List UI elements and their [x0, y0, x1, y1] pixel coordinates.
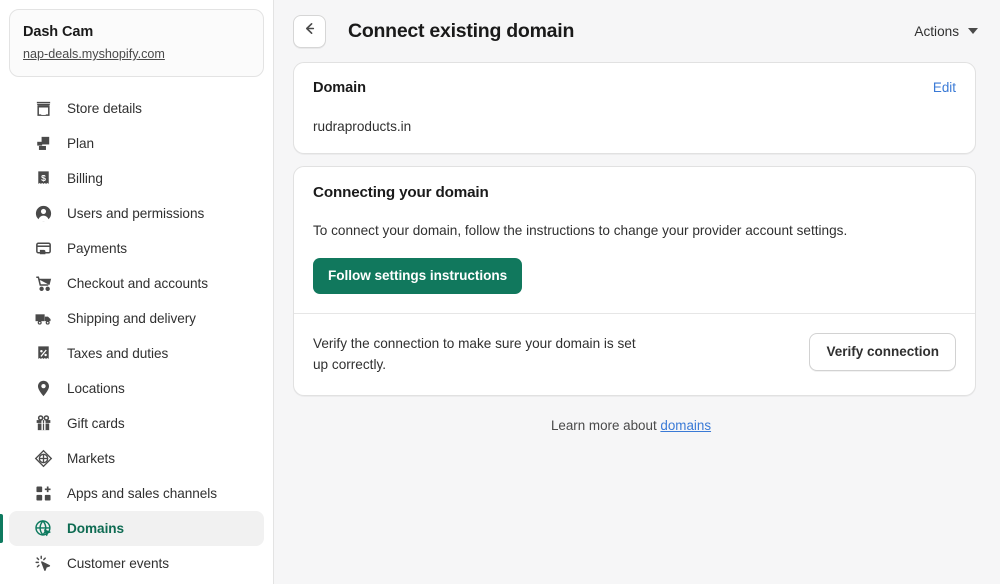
sidebar-item-payments[interactable]: Payments — [9, 231, 264, 266]
cart-icon — [33, 274, 53, 294]
back-button[interactable] — [293, 14, 326, 48]
sidebar-item-shipping-and-delivery[interactable]: Shipping and delivery — [9, 301, 264, 336]
domain-card-title: Domain — [313, 80, 366, 96]
svg-text:$: $ — [41, 173, 46, 183]
sidebar-item-label: Users and permissions — [67, 206, 205, 221]
content-area: Domain Edit rudraproducts.in Connecting … — [274, 62, 1000, 433]
domain-card-header: Domain Edit — [313, 80, 956, 96]
app-root: Dash Cam nap-deals.myshopify.com Store d… — [0, 0, 1000, 584]
location-pin-icon — [33, 379, 53, 399]
sidebar-item-plan[interactable]: Plan — [9, 126, 264, 161]
main-content: Connect existing domain Actions Domain E… — [274, 0, 1000, 584]
settings-sidebar: Dash Cam nap-deals.myshopify.com Store d… — [0, 0, 274, 584]
domain-card: Domain Edit rudraproducts.in — [293, 62, 976, 154]
actions-dropdown[interactable]: Actions — [912, 20, 980, 43]
apps-grid-plus-icon — [33, 484, 53, 504]
markets-globe-icon — [33, 449, 53, 469]
sidebar-item-label: Gift cards — [67, 416, 125, 431]
sidebar-item-gift-cards[interactable]: Gift cards — [9, 406, 264, 441]
sidebar-nav: Store details Plan $ Billing Users and permi… — [0, 91, 273, 581]
plan-icon — [33, 134, 53, 154]
domain-value: rudraproducts.in — [313, 119, 412, 134]
sidebar-item-label: Domains — [67, 521, 125, 536]
sidebar-item-customer-events[interactable]: Customer events — [9, 546, 264, 581]
sidebar-item-label: Checkout and accounts — [67, 276, 209, 291]
page-title: Connect existing domain — [348, 19, 575, 42]
connecting-domain-card: Connecting your domain To connect your d… — [293, 166, 976, 396]
sidebar-item-markets[interactable]: Markets — [9, 441, 264, 476]
shop-name: Dash Cam — [23, 24, 94, 40]
sidebar-item-taxes-and-duties[interactable]: Taxes and duties — [9, 336, 264, 371]
sidebar-item-apps-and-sales-channels[interactable]: Apps and sales channels — [9, 476, 264, 511]
chevron-down-icon — [968, 28, 978, 34]
follow-settings-instructions-button[interactable]: Follow settings instructions — [313, 258, 523, 294]
percent-receipt-icon — [33, 344, 53, 364]
connecting-title: Connecting your domain — [313, 184, 489, 201]
sidebar-item-label: Payments — [67, 241, 128, 256]
verify-section: Verify the connection to make sure your … — [294, 314, 975, 395]
billing-icon: $ — [33, 169, 53, 189]
sidebar-item-label: Shipping and delivery — [67, 311, 196, 326]
payments-icon — [33, 239, 53, 259]
store-icon — [33, 99, 53, 119]
gift-icon — [33, 414, 53, 434]
domains-help-link[interactable]: domains — [660, 418, 711, 433]
verify-connection-button[interactable]: Verify connection — [809, 333, 956, 371]
sidebar-item-locations[interactable]: Locations — [9, 371, 264, 406]
sidebar-item-label: Store details — [67, 101, 142, 116]
connecting-section: Connecting your domain To connect your d… — [294, 167, 975, 313]
shop-header-card[interactable]: Dash Cam nap-deals.myshopify.com — [9, 9, 264, 77]
sidebar-item-label: Apps and sales channels — [67, 486, 217, 501]
sidebar-item-label: Customer events — [67, 556, 169, 571]
learn-more-prefix: Learn more about — [550, 418, 661, 433]
edit-domain-link[interactable]: Edit — [933, 80, 956, 95]
connecting-description: To connect your domain, follow the instr… — [313, 223, 848, 238]
sidebar-item-users-and-permissions[interactable]: Users and permissions — [9, 196, 264, 231]
user-icon — [33, 204, 53, 224]
domains-globe-icon — [33, 519, 53, 539]
learn-more-text: Learn more about domains — [274, 418, 988, 433]
sidebar-item-label: Plan — [67, 136, 95, 151]
customer-events-icon — [33, 554, 53, 574]
sidebar-item-label: Markets — [67, 451, 115, 466]
sidebar-item-checkout-and-accounts[interactable]: Checkout and accounts — [9, 266, 264, 301]
domain-card-body: Domain Edit rudraproducts.in — [294, 63, 975, 153]
actions-label: Actions — [914, 23, 959, 39]
sidebar-item-domains[interactable]: Domains — [0, 511, 264, 546]
sidebar-item-label: Billing — [67, 171, 103, 186]
sidebar-item-label: Taxes and duties — [67, 346, 169, 361]
arrow-left-icon — [301, 20, 318, 42]
sidebar-item-store-details[interactable]: Store details — [9, 91, 264, 126]
page-header: Connect existing domain Actions — [274, 0, 1000, 62]
shop-url-link[interactable]: nap-deals.myshopify.com — [23, 45, 165, 63]
sidebar-item-billing[interactable]: $ Billing — [9, 161, 264, 196]
sidebar-item-label: Locations — [67, 381, 125, 396]
verify-description: Verify the connection to make sure your … — [313, 336, 636, 372]
truck-icon — [33, 309, 53, 329]
